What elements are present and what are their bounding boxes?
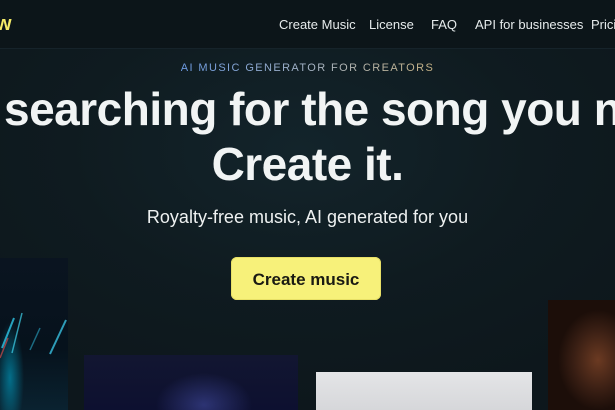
hero-eyebrow-text: AI MUSIC GENERATOR FOR CREATORS [180,62,435,74]
hero-headline-line1: searching for the song you n [0,82,615,136]
thumbnail-image-right[interactable] [548,300,615,410]
page: w Create Music License FAQ API for busin… [0,0,615,410]
light-streaks-graphic [0,312,67,359]
thumbnail-image-left[interactable] [0,258,68,410]
nav-link-create-music[interactable]: Create Music [279,17,356,32]
top-navigation-bar: w Create Music License FAQ API for busin… [0,0,615,49]
nav-link-pricing[interactable]: Prici [591,17,615,32]
nav-link-api-for-businesses[interactable]: API for businesses [475,17,583,32]
hero-subtitle: Royalty-free music, AI generated for you [146,207,469,227]
hero-eyebrow: AI MUSIC GENERATOR FOR CREATORS [0,62,615,74]
nav-link-faq[interactable]: FAQ [431,17,457,32]
create-music-button[interactable]: Create music [231,257,381,300]
hero-headline-line1-text: searching for the song you n [4,83,615,135]
thumbnail-image-center-left[interactable] [84,355,298,410]
nav-link-license[interactable]: License [369,17,414,32]
brand-logo[interactable]: w [0,13,12,36]
hero-headline-line2: Create it. [211,138,404,190]
thumbnail-image-center-right[interactable] [316,372,532,410]
